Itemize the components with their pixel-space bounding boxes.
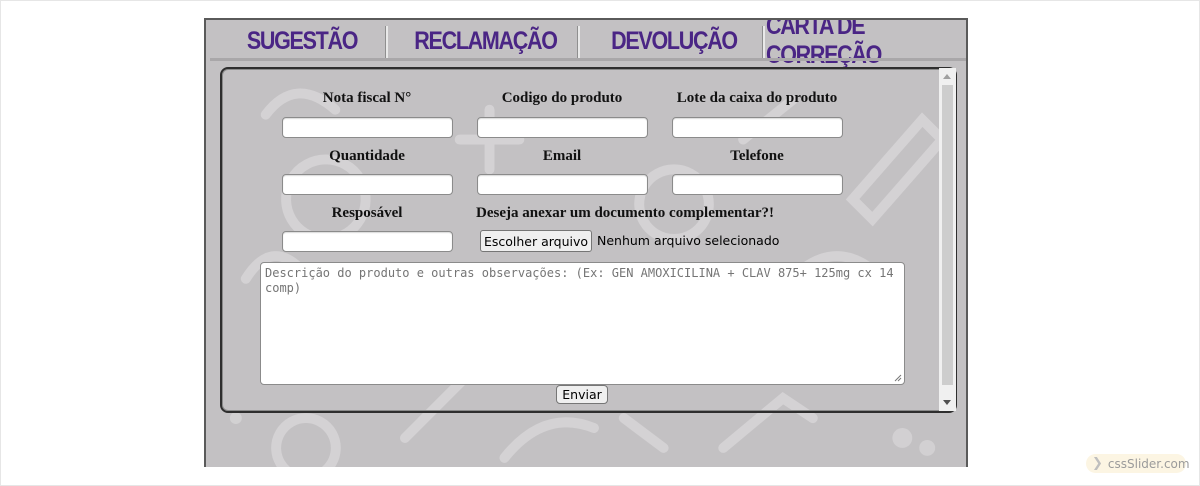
nota-fiscal-input[interactable] xyxy=(282,117,453,138)
tab-bar: SUGESTÃO RECLAMAÇÃO DEVOLUÇÃO CARTA DE C… xyxy=(210,20,966,69)
tab-sugestao[interactable]: SUGESTÃO xyxy=(230,22,374,60)
anexo-label: Deseja anexar um documento complementar?… xyxy=(476,205,775,221)
codigo-produto-input[interactable] xyxy=(477,117,648,138)
lote-caixa-label: Lote da caixa do produto xyxy=(676,90,838,106)
telefone-input[interactable] xyxy=(672,174,843,195)
email-label: Email xyxy=(542,148,582,164)
quantidade-label: Quantidade xyxy=(329,148,405,164)
description-textarea[interactable] xyxy=(260,262,905,385)
tab-reclamacao[interactable]: RECLAMAÇÃO xyxy=(405,22,566,60)
tab-carta-de-correcao[interactable]: CARTA DE CORREÇÃO xyxy=(766,20,962,69)
email-input[interactable] xyxy=(477,174,648,195)
codigo-produto-label: Codigo do produto xyxy=(501,90,623,106)
lote-caixa-input[interactable] xyxy=(672,117,843,138)
form-panel: Nota fiscal N° Codigo do produto Lote da… xyxy=(220,67,957,413)
scroll-up-icon[interactable] xyxy=(943,74,951,79)
tab-divider xyxy=(577,26,580,60)
badge-label: cssSlider.com xyxy=(1107,456,1190,471)
tab-underline xyxy=(210,58,966,61)
nota-fiscal-label: Nota fiscal N° xyxy=(322,90,412,106)
chevron-right-icon: ❯ xyxy=(1092,456,1103,471)
feedback-window: SUGESTÃO RECLAMAÇÃO DEVOLUÇÃO CARTA DE C… xyxy=(204,18,968,467)
tab-devolucao[interactable]: DEVOLUÇÃO xyxy=(597,22,752,60)
scroll-down-icon[interactable] xyxy=(943,400,951,405)
tab-divider xyxy=(385,26,388,60)
css-slider-badge[interactable]: ❯ cssSlider.com xyxy=(1086,454,1190,473)
choose-file-button[interactable]: Escolher arquivo xyxy=(480,230,592,252)
responsavel-label: Resposável xyxy=(331,205,403,221)
tab-divider xyxy=(762,26,765,60)
send-button[interactable]: Enviar xyxy=(556,385,608,404)
quantidade-input[interactable] xyxy=(282,174,453,195)
telefone-label: Telefone xyxy=(730,148,784,164)
scroll-thumb[interactable] xyxy=(942,85,953,385)
responsavel-input[interactable] xyxy=(282,231,453,252)
resize-grip-icon[interactable] xyxy=(894,374,902,382)
file-status-text: Nenhum arquivo selecionado xyxy=(597,233,780,248)
scrollbar[interactable] xyxy=(939,68,956,411)
